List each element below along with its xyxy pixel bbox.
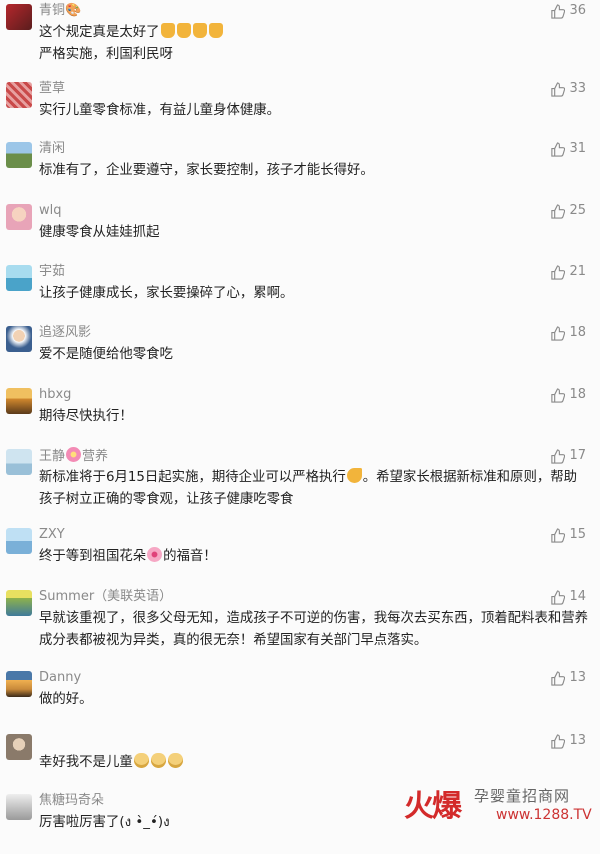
ok-hand-icon xyxy=(346,468,362,483)
like-count: 36 xyxy=(569,3,586,18)
like-button[interactable]: 14 xyxy=(550,588,586,606)
like-button[interactable]: 31 xyxy=(550,140,586,158)
commenter-name[interactable]: hbxg xyxy=(39,386,71,404)
like-count: 17 xyxy=(569,448,586,463)
like-button[interactable]: 17 xyxy=(550,447,586,465)
thumbs-up-icon xyxy=(551,448,566,464)
comment-text: 幸好我不是儿童 xyxy=(39,752,589,774)
comment-item: Danny 13 做的好。 xyxy=(0,669,600,731)
commenter-name[interactable]: ZXY xyxy=(39,526,65,544)
comment-list: 青铜🎨 36 这个规定真是太好了 严格实施，利国利民呀 萱草 33 实行儿童零食… xyxy=(0,0,600,830)
like-count: 13 xyxy=(569,670,586,685)
avatar[interactable] xyxy=(6,590,32,616)
thumbs-up-icon xyxy=(208,23,223,38)
comment-item: ZXY 15 终于等到祖国花朵 的福音！ xyxy=(0,526,600,588)
avatar[interactable] xyxy=(6,326,32,352)
comment-text: 期待尽快执行！ xyxy=(39,409,133,424)
avatar[interactable] xyxy=(6,204,32,230)
like-count: 21 xyxy=(569,264,586,279)
comment-text: 标准有了，企业要遵守，家长要控制，孩子才能长得好。 xyxy=(39,163,374,178)
comment-text: 实行儿童零食标准，有益儿童身体健康。 xyxy=(39,103,281,118)
commenter-name[interactable]: 萱草 xyxy=(39,80,65,98)
watermark-url: www.1288.TV xyxy=(496,807,592,823)
comment-item: 清闲 31 标准有了，企业要遵守，家长要控制，孩子才能长得好。 xyxy=(0,140,600,202)
avatar[interactable] xyxy=(6,265,32,291)
comment-item: wlq 25 健康零食从娃娃抓起 xyxy=(0,202,600,264)
commenter-name[interactable]: 清闲 xyxy=(39,140,65,158)
like-count: 25 xyxy=(569,203,586,218)
comment-text: 健康零食从娃娃抓起 xyxy=(39,225,160,240)
comment-text: 早就该重视了，很多父母无知，造成孩子不可逆的伤害，我每次去买东西，顶着配料表和营… xyxy=(39,611,589,648)
like-count: 18 xyxy=(569,325,586,340)
like-button[interactable]: 33 xyxy=(550,80,586,98)
flower-icon xyxy=(147,547,163,562)
commenter-name[interactable]: Summer（美联英语） xyxy=(39,588,172,606)
cat-face-icon xyxy=(167,753,183,768)
like-count: 18 xyxy=(569,387,586,402)
like-button[interactable]: 18 xyxy=(550,386,586,404)
comment-text: 新标准将于6月15日起实施，期待企业可以严格执行 。希望家长根据新标准和原则，帮助… xyxy=(39,468,578,507)
avatar[interactable] xyxy=(6,4,32,30)
comment-item: Summer（美联英语） 14 早就该重视了，很多父母无知，造成孩子不可逆的伤害… xyxy=(0,588,600,650)
like-button[interactable]: 36 xyxy=(550,2,586,20)
commenter-name[interactable]: 王静 营养 xyxy=(39,447,108,466)
thumbs-up-icon xyxy=(551,527,566,543)
thumbs-up-icon xyxy=(551,203,566,219)
like-count: 33 xyxy=(569,81,586,96)
commenter-name[interactable]: 焦糖玛奇朵 xyxy=(39,792,104,810)
flower-icon xyxy=(66,447,82,462)
watermark-brand: 火爆 xyxy=(404,789,462,824)
comment-text: 终于等到祖国花朵 的福音！ xyxy=(39,547,217,564)
avatar[interactable] xyxy=(6,82,32,108)
comment-item: hbxg 18 期待尽快执行！ xyxy=(0,386,600,448)
comment-text: 爱不是随便给他零食吃 xyxy=(39,347,173,362)
comment-item: 青铜🎨 36 这个规定真是太好了 严格实施，利国利民呀 xyxy=(0,2,600,66)
commenter-name[interactable]: wlq xyxy=(39,202,62,220)
thumbs-up-icon xyxy=(551,3,566,19)
thumbs-up-icon xyxy=(551,325,566,341)
thumbs-up-icon xyxy=(551,264,566,280)
like-button[interactable]: 25 xyxy=(550,202,586,220)
like-button[interactable]: 15 xyxy=(550,526,586,544)
avatar[interactable] xyxy=(6,794,32,820)
thumbs-up-icon xyxy=(192,23,207,38)
thumbs-up-icon xyxy=(551,81,566,97)
like-count: 15 xyxy=(569,527,586,542)
like-count: 14 xyxy=(569,589,586,604)
thumbs-up-icon xyxy=(551,733,566,749)
comment-item: 王静 营养 17 新标准将于6月15日起实施，期待企业可以严格执行 。希望家长根据新… xyxy=(0,447,600,509)
thumbs-up-icon xyxy=(551,589,566,605)
comment-item: 宇茹 21 让孩子健康成长，家长要操碎了心，累啊。 xyxy=(0,263,600,325)
watermark-logo: 火爆 孕婴童招商网 www.1288.TV xyxy=(404,781,594,827)
like-count: 13 xyxy=(569,733,586,748)
avatar[interactable] xyxy=(6,142,32,168)
comment-item: 萱草 33 实行儿童零食标准，有益儿童身体健康。 xyxy=(0,80,600,142)
thumbs-up-icon xyxy=(551,387,566,403)
comment-item: 追逐风影 18 爱不是随便给他零食吃 xyxy=(0,324,600,386)
cat-face-icon xyxy=(133,753,149,768)
avatar[interactable] xyxy=(6,388,32,414)
cat-face-icon xyxy=(150,753,166,768)
like-button[interactable]: 18 xyxy=(550,324,586,342)
commenter-name[interactable]: Danny xyxy=(39,669,81,687)
avatar[interactable] xyxy=(6,449,32,475)
thumbs-up-icon xyxy=(551,670,566,686)
commenter-name[interactable]: 宇茹 xyxy=(39,263,65,281)
comment-text: 让孩子健康成长，家长要操碎了心，累啊。 xyxy=(39,286,294,301)
commenter-name[interactable]: 青铜🎨 xyxy=(39,2,81,20)
avatar[interactable] xyxy=(6,528,32,554)
like-button[interactable]: 13 xyxy=(550,669,586,687)
avatar[interactable] xyxy=(6,671,32,697)
thumbs-up-icon xyxy=(176,23,191,38)
thumbs-up-icon xyxy=(551,141,566,157)
comment-text: 这个规定真是太好了 严格实施，利国利民呀 xyxy=(39,22,589,66)
commenter-name[interactable]: 追逐风影 xyxy=(39,324,91,342)
like-button[interactable]: 21 xyxy=(550,263,586,281)
like-count: 31 xyxy=(569,141,586,156)
watermark-site: 孕婴童招商网 xyxy=(474,787,571,805)
thumbs-up-icon xyxy=(160,23,175,38)
like-button[interactable]: 13 xyxy=(550,732,586,750)
avatar[interactable] xyxy=(6,734,32,760)
comment-text: 做的好。 xyxy=(39,692,93,707)
